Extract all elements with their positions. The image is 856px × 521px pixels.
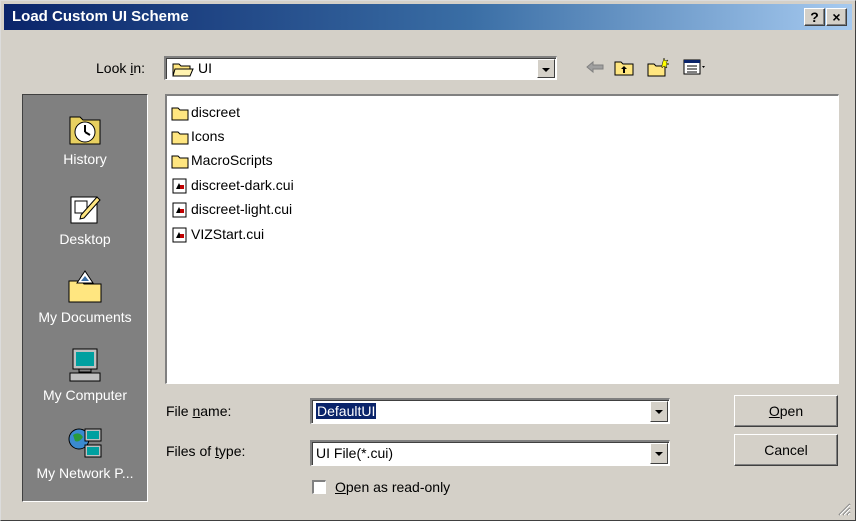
cancel-button[interactable]: Cancel xyxy=(734,434,838,466)
open-folder-icon xyxy=(172,63,194,77)
folder-icon xyxy=(171,107,189,121)
help-button[interactable]: ? xyxy=(804,8,825,26)
desktop-icon xyxy=(70,196,101,224)
file-type-dropdown-button[interactable] xyxy=(650,443,668,464)
place-my-network[interactable]: My Network P... xyxy=(23,425,147,491)
view-menu-icon[interactable] xyxy=(683,57,709,77)
place-my-computer[interactable]: My Computer xyxy=(23,347,147,413)
file-name-field[interactable]: DefaultUI xyxy=(310,398,670,424)
file-type-label: Files of type: xyxy=(166,443,246,459)
my-documents-icon xyxy=(68,270,102,303)
place-my-documents[interactable]: My Documents xyxy=(23,269,147,335)
load-custom-ui-scheme-dialog: Load Custom UI Scheme ? × Look in: UI Hi… xyxy=(0,0,856,521)
network-places-icon xyxy=(68,428,102,458)
up-folder-icon[interactable] xyxy=(613,57,635,77)
place-label: My Network P... xyxy=(36,465,134,481)
open-button[interactable]: Open xyxy=(734,395,838,427)
file-name-dropdown-button[interactable] xyxy=(650,401,668,422)
file-list[interactable]: discreet Icons MacroScripts discreet-dar… xyxy=(165,94,839,384)
place-label: History xyxy=(63,151,107,167)
look-in-combo[interactable]: UI xyxy=(164,56,557,80)
place-label: Desktop xyxy=(59,231,111,247)
back-arrow-icon[interactable] xyxy=(584,57,606,77)
folder-icon xyxy=(171,155,189,169)
folder-icon xyxy=(171,131,189,145)
file-name-label: File name: xyxy=(166,403,232,419)
place-label: My Computer xyxy=(42,387,128,403)
cui-file-icon xyxy=(172,178,187,194)
file-name: VIZStart.cui xyxy=(191,226,265,242)
cui-file-icon xyxy=(172,227,187,243)
file-name: MacroScripts xyxy=(191,152,273,168)
places-bar: History Desktop My Documents My Computer… xyxy=(22,94,148,502)
history-icon xyxy=(69,116,101,145)
window-title: Load Custom UI Scheme xyxy=(12,8,189,25)
place-desktop[interactable]: Desktop xyxy=(23,191,147,257)
file-type-select[interactable]: UI File(*.cui) xyxy=(310,440,670,466)
file-name: discreet xyxy=(191,104,241,120)
cui-file-icon xyxy=(172,202,187,218)
my-computer-icon xyxy=(69,348,101,382)
new-folder-icon[interactable] xyxy=(647,57,669,77)
file-name-value: DefaultUI xyxy=(316,403,377,419)
read-only-checkbox[interactable] xyxy=(312,480,326,494)
read-only-label[interactable]: Open as read-only xyxy=(335,479,450,495)
look-in-label: Look in: xyxy=(96,60,146,76)
title-bar[interactable]: Load Custom UI Scheme ? × xyxy=(4,4,852,30)
file-type-value: UI File(*.cui) xyxy=(316,445,394,461)
file-name: Icons xyxy=(191,128,225,144)
place-history[interactable]: History xyxy=(23,111,147,177)
close-button[interactable]: × xyxy=(826,8,847,26)
look-in-value: UI xyxy=(198,60,212,76)
place-label: My Documents xyxy=(38,309,132,325)
file-name: discreet-dark.cui xyxy=(191,177,294,193)
file-name: discreet-light.cui xyxy=(191,201,293,217)
resize-grip-icon[interactable] xyxy=(837,502,851,516)
look-in-dropdown-button[interactable] xyxy=(537,59,555,78)
